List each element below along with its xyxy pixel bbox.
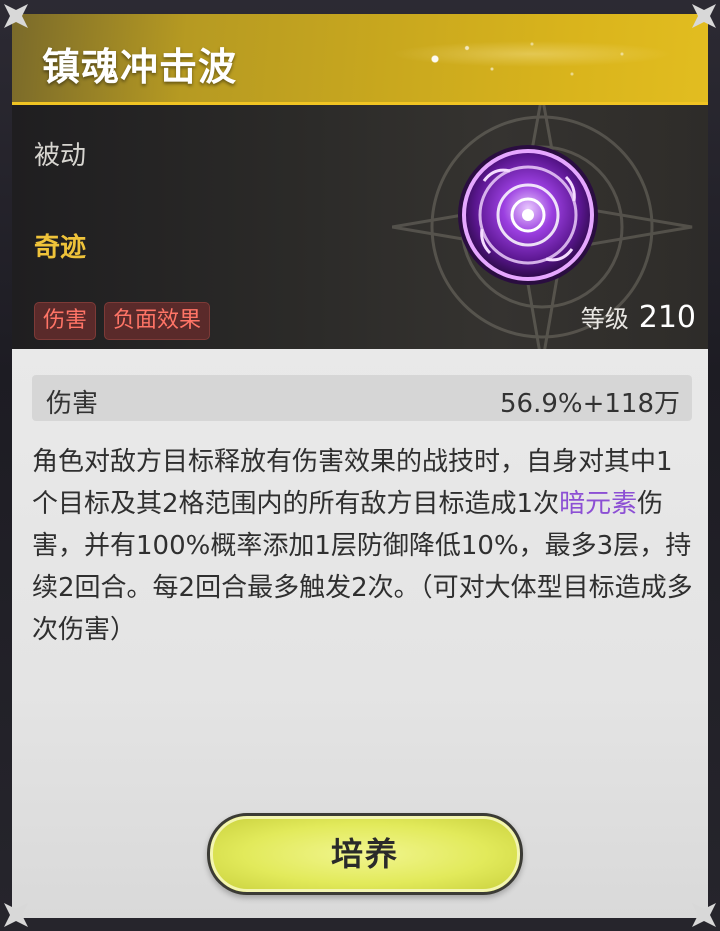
- skill-description: 角色对敌方目标释放有伤害效果的战技时，自身对其中1个目标及其2格范围内的所有敌方…: [32, 441, 696, 651]
- skill-tags: 伤害 负面效果: [34, 302, 211, 340]
- skill-level: 等级 210: [581, 299, 696, 335]
- stat-row-damage: 伤害 56.9%+118万: [32, 375, 692, 421]
- corner-star-icon: [4, 903, 28, 927]
- level-value: 210: [638, 300, 696, 335]
- tag-debuff: 负面效果: [104, 302, 211, 340]
- stat-name: 伤害: [46, 389, 99, 419]
- skill-content: 伤害 56.9%+118万 角色对敌方目标释放有伤害效果的战技时，自身对其中1个…: [12, 349, 708, 918]
- skill-info-section: 被动 奇迹 伤害 负面效果 等级 210: [12, 105, 708, 349]
- dark-orb-icon: [458, 145, 598, 285]
- stat-value: 56.9%+118万: [499, 389, 680, 419]
- level-label: 等级: [580, 305, 629, 333]
- cultivate-button[interactable]: 培养: [207, 813, 523, 895]
- corner-star-icon: [692, 4, 716, 28]
- corner-star-icon: [692, 903, 716, 927]
- tag-damage: 伤害: [34, 302, 97, 340]
- skill-path-label: 奇迹: [34, 233, 87, 263]
- element-keyword: 暗元素: [559, 489, 638, 519]
- skill-detail-panel: 镇魂冲击波 被动 奇迹 伤害 负面效果 等级 210 伤害 56.9%+118万…: [12, 14, 708, 918]
- corner-star-icon: [4, 4, 28, 28]
- skill-type-label: 被动: [34, 141, 87, 171]
- skill-header: 镇魂冲击波: [12, 14, 708, 105]
- skill-title: 镇魂冲击波: [42, 45, 238, 89]
